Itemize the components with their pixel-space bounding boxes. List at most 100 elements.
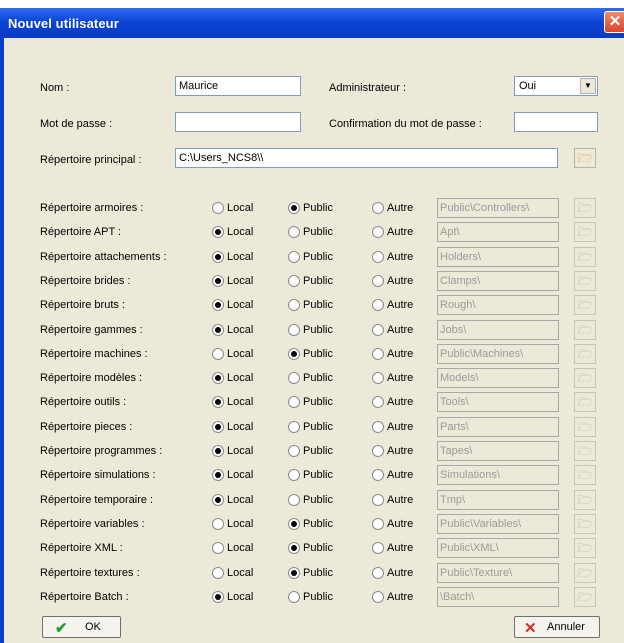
close-button[interactable]: ✕ [604, 11, 624, 33]
radio-local[interactable] [212, 591, 224, 603]
nom-input[interactable]: Maurice [175, 76, 301, 96]
radio-public[interactable] [288, 251, 300, 263]
radio-local[interactable] [212, 202, 224, 214]
directory-row-label: Répertoire attachements : [40, 251, 167, 263]
radio-autre[interactable] [372, 226, 384, 238]
radio-public-label: Public [303, 348, 333, 360]
radio-public-label: Public [303, 591, 333, 603]
radio-public[interactable] [288, 324, 300, 336]
radio-autre[interactable] [372, 348, 384, 360]
radio-local[interactable] [212, 299, 224, 311]
directory-browse-button[interactable]: 🗁 [574, 222, 596, 242]
radio-public[interactable] [288, 469, 300, 481]
directory-browse-button[interactable]: 🗁 [574, 344, 596, 364]
radio-autre[interactable] [372, 518, 384, 530]
radio-autre[interactable] [372, 251, 384, 263]
directory-path-field: Simulations\ [437, 465, 559, 485]
radio-autre[interactable] [372, 469, 384, 481]
directory-row-label: Répertoire machines : [40, 348, 148, 360]
radio-public[interactable] [288, 567, 300, 579]
repertoire-principal-browse-button[interactable]: 🗁 [574, 148, 596, 168]
radio-public[interactable] [288, 202, 300, 214]
radio-local[interactable] [212, 567, 224, 579]
radio-public[interactable] [288, 445, 300, 457]
directory-browse-button[interactable]: 🗁 [574, 587, 596, 607]
directory-row-label: Répertoire textures : [40, 567, 140, 579]
directory-browse-button[interactable]: 🗁 [574, 368, 596, 388]
directory-browse-button[interactable]: 🗁 [574, 514, 596, 534]
directory-browse-button[interactable]: 🗁 [574, 271, 596, 291]
directory-browse-button[interactable]: 🗁 [574, 247, 596, 267]
directory-browse-button[interactable]: 🗁 [574, 490, 596, 510]
radio-local[interactable] [212, 226, 224, 238]
radio-public[interactable] [288, 542, 300, 554]
radio-local[interactable] [212, 348, 224, 360]
radio-public[interactable] [288, 396, 300, 408]
radio-public[interactable] [288, 518, 300, 530]
background-strip [0, 0, 624, 8]
radio-autre[interactable] [372, 396, 384, 408]
directory-browse-button[interactable]: 🗁 [574, 320, 596, 340]
radio-autre[interactable] [372, 494, 384, 506]
radio-public[interactable] [288, 421, 300, 433]
radio-autre[interactable] [372, 445, 384, 457]
radio-local[interactable] [212, 542, 224, 554]
radio-local[interactable] [212, 275, 224, 287]
annuler-button[interactable]: ✕ Annuler [514, 616, 600, 638]
administrateur-label: Administrateur : [329, 82, 407, 94]
chevron-down-icon[interactable]: ▼ [580, 78, 596, 94]
radio-public[interactable] [288, 275, 300, 287]
radio-local-label: Local [227, 251, 254, 263]
folder-open-icon: 🗁 [577, 347, 593, 361]
ok-label: OK [85, 621, 101, 633]
radio-public[interactable] [288, 226, 300, 238]
radio-autre[interactable] [372, 542, 384, 554]
radio-local[interactable] [212, 396, 224, 408]
radio-autre[interactable] [372, 421, 384, 433]
folder-open-icon: 🗁 [577, 274, 593, 288]
radio-autre[interactable] [372, 299, 384, 311]
administrateur-value: Oui [519, 80, 537, 92]
radio-public-label: Public [303, 469, 333, 481]
radio-autre[interactable] [372, 275, 384, 287]
radio-public[interactable] [288, 591, 300, 603]
directory-browse-button[interactable]: 🗁 [574, 441, 596, 461]
directory-browse-button[interactable]: 🗁 [574, 198, 596, 218]
radio-local[interactable] [212, 372, 224, 384]
ok-button[interactable]: ✔ OK [42, 616, 121, 638]
radio-local[interactable] [212, 469, 224, 481]
radio-autre[interactable] [372, 567, 384, 579]
radio-public-label: Public [303, 275, 333, 287]
repertoire-principal-input[interactable]: C:\Users_NCS8\\ [175, 148, 558, 168]
directory-browse-button[interactable]: 🗁 [574, 417, 596, 437]
radio-local[interactable] [212, 251, 224, 263]
radio-local[interactable] [212, 445, 224, 457]
radio-autre[interactable] [372, 202, 384, 214]
radio-local[interactable] [212, 324, 224, 336]
radio-local-label: Local [227, 469, 254, 481]
radio-autre[interactable] [372, 324, 384, 336]
administrateur-select[interactable]: Oui ▼ [514, 76, 598, 96]
directory-browse-button[interactable]: 🗁 [574, 465, 596, 485]
radio-public[interactable] [288, 494, 300, 506]
radio-local[interactable] [212, 518, 224, 530]
radio-local[interactable] [212, 421, 224, 433]
mot-de-passe-input[interactable] [175, 112, 301, 132]
directory-browse-button[interactable]: 🗁 [574, 563, 596, 583]
confirmation-input[interactable] [514, 112, 598, 132]
radio-public-label: Public [303, 226, 333, 238]
dialog-client-area: Nom : Maurice Administrateur : Oui ▼ Mot… [4, 38, 624, 643]
radio-autre[interactable] [372, 591, 384, 603]
radio-autre[interactable] [372, 372, 384, 384]
close-icon: ✕ [524, 620, 537, 637]
radio-public-label: Public [303, 445, 333, 457]
directory-browse-button[interactable]: 🗁 [574, 295, 596, 315]
radio-public[interactable] [288, 372, 300, 384]
radio-public[interactable] [288, 348, 300, 360]
directory-browse-button[interactable]: 🗁 [574, 538, 596, 558]
radio-local[interactable] [212, 494, 224, 506]
radio-public[interactable] [288, 299, 300, 311]
radio-public-label: Public [303, 202, 333, 214]
annuler-label: Annuler [547, 621, 585, 633]
directory-browse-button[interactable]: 🗁 [574, 392, 596, 412]
